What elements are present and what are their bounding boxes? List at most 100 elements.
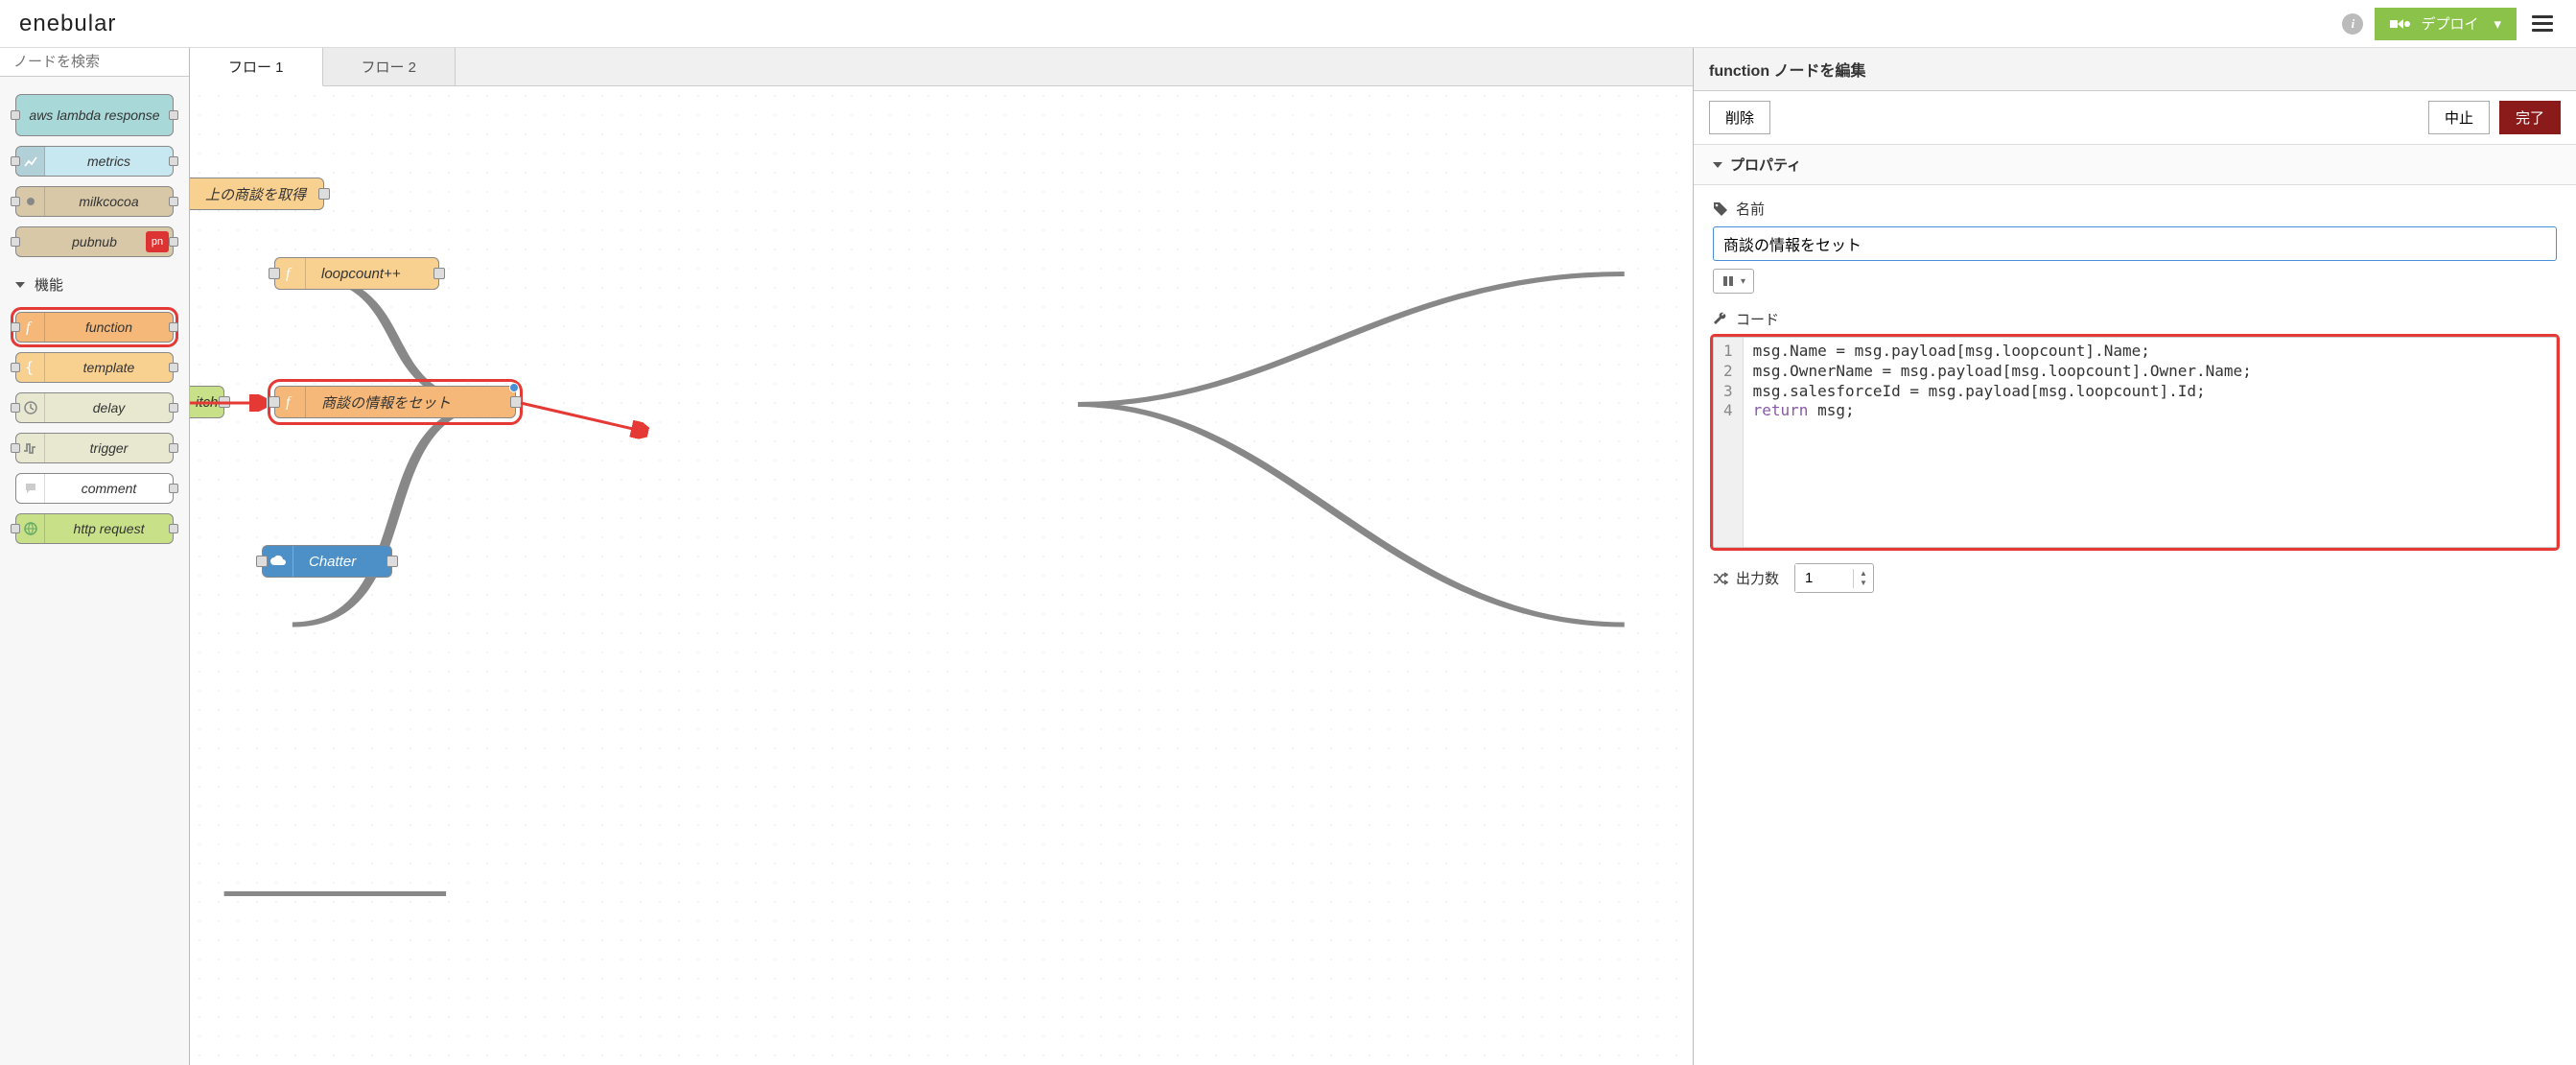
port[interactable] bbox=[11, 443, 20, 453]
chart-icon bbox=[16, 147, 45, 176]
svg-text:f: f bbox=[286, 394, 293, 410]
node-label: loopcount++ bbox=[306, 266, 416, 282]
outputs-stepper[interactable]: ▲ ▼ bbox=[1794, 563, 1874, 593]
edit-sidepanel: function ノードを編集 削除 中止 完了 プロパティ 名前 ▾ bbox=[1694, 48, 2576, 1065]
name-input[interactable] bbox=[1713, 226, 2557, 261]
library-dropdown[interactable]: ▾ bbox=[1713, 269, 1754, 294]
port[interactable] bbox=[11, 403, 20, 413]
cancel-button[interactable]: 中止 bbox=[2428, 101, 2490, 134]
palette-search[interactable] bbox=[0, 48, 189, 77]
deploy-icon bbox=[2390, 17, 2411, 31]
clock-icon bbox=[16, 393, 45, 422]
svg-text:f: f bbox=[286, 266, 293, 281]
port[interactable] bbox=[169, 197, 178, 206]
tabs-bar: フロー 1フロー 2 bbox=[190, 48, 1693, 86]
node-label: Chatter bbox=[293, 554, 371, 570]
code-field-label: コード bbox=[1713, 309, 2557, 329]
port[interactable] bbox=[169, 484, 178, 493]
deploy-button[interactable]: デプロイ ▾ bbox=[2375, 8, 2517, 40]
port[interactable] bbox=[11, 524, 20, 533]
stepper-up-icon[interactable]: ▲ bbox=[1854, 569, 1873, 579]
annotation-arrow bbox=[521, 393, 617, 451]
port[interactable] bbox=[169, 443, 178, 453]
palette-node[interactable]: http request bbox=[15, 513, 174, 544]
palette-category[interactable]: 機能 bbox=[12, 267, 177, 302]
port[interactable] bbox=[269, 268, 280, 279]
name-field-label: 名前 bbox=[1713, 199, 2557, 219]
node-label: 上の商談を取得 bbox=[190, 184, 321, 204]
node-label: metrics bbox=[45, 154, 173, 169]
node-label: comment bbox=[45, 481, 173, 496]
flow-node-selected[interactable]: f 商談の情報をセット bbox=[274, 386, 516, 418]
port[interactable] bbox=[11, 156, 20, 166]
outputs-input[interactable] bbox=[1795, 564, 1853, 592]
{-icon: { bbox=[16, 353, 45, 382]
port[interactable] bbox=[169, 322, 178, 332]
port[interactable] bbox=[11, 237, 20, 247]
port[interactable] bbox=[433, 268, 445, 279]
port[interactable] bbox=[256, 556, 268, 567]
port[interactable] bbox=[169, 156, 178, 166]
port[interactable] bbox=[318, 188, 330, 200]
sidepanel-title: function ノードを編集 bbox=[1694, 48, 2576, 91]
palette-node[interactable]: aws lambda response bbox=[15, 94, 174, 136]
palette-sidebar: aws lambda response metrics milkcocoa pubnu… bbox=[0, 48, 190, 1065]
flow-node[interactable]: f loopcount++ bbox=[274, 257, 439, 290]
palette-node[interactable]: delay bbox=[15, 392, 174, 423]
flow-node[interactable]: Chatter bbox=[262, 545, 392, 578]
palette-node[interactable]: trigger bbox=[15, 433, 174, 463]
code-body[interactable]: msg.Name = msg.payload[msg.loopcount].Na… bbox=[1744, 338, 2556, 547]
port[interactable] bbox=[169, 524, 178, 533]
wires-layer bbox=[190, 86, 1693, 1065]
port[interactable] bbox=[11, 363, 20, 372]
palette-node[interactable]: comment bbox=[15, 473, 174, 504]
bubble-icon bbox=[16, 474, 45, 503]
menu-icon[interactable] bbox=[2528, 12, 2557, 36]
svg-text:f: f bbox=[26, 320, 33, 335]
delete-button[interactable]: 削除 bbox=[1709, 101, 1770, 134]
port[interactable] bbox=[11, 110, 20, 120]
palette-node[interactable]: milkcocoa bbox=[15, 186, 174, 217]
node-label: trigger bbox=[45, 440, 173, 456]
node-label: function bbox=[45, 320, 173, 335]
changed-indicator bbox=[509, 383, 519, 392]
svg-text:{: { bbox=[25, 360, 34, 375]
port[interactable] bbox=[269, 396, 280, 408]
pubnub-badge: pn bbox=[146, 231, 169, 252]
flow-node[interactable]: 上の商談を取得 bbox=[190, 178, 324, 210]
palette-node[interactable]: f function bbox=[15, 312, 174, 343]
port[interactable] bbox=[219, 396, 230, 408]
tab[interactable]: フロー 2 bbox=[323, 48, 457, 85]
port[interactable] bbox=[169, 110, 178, 120]
info-icon[interactable]: i bbox=[2342, 13, 2363, 35]
globe-icon bbox=[16, 514, 45, 543]
stepper-down-icon[interactable]: ▼ bbox=[1854, 579, 1873, 588]
done-button[interactable]: 完了 bbox=[2499, 101, 2561, 134]
app-header: enebular i デプロイ ▾ bbox=[0, 0, 2576, 48]
tab[interactable]: フロー 1 bbox=[190, 48, 323, 86]
book-icon bbox=[1721, 274, 1735, 288]
f-icon: f bbox=[16, 313, 45, 342]
port[interactable] bbox=[386, 556, 398, 567]
port[interactable] bbox=[169, 403, 178, 413]
palette-node[interactable]: pubnubpn bbox=[15, 226, 174, 257]
shuffle-icon bbox=[1713, 571, 1728, 586]
flow-canvas[interactable]: 上の商談を取得 f loopcount++ itch f 商談の情報をセット bbox=[190, 86, 1693, 1065]
port[interactable] bbox=[11, 322, 20, 332]
node-label: template bbox=[45, 360, 173, 375]
palette-node[interactable]: metrics bbox=[15, 146, 174, 177]
search-input[interactable] bbox=[13, 54, 204, 70]
flow-node[interactable]: itch bbox=[190, 386, 224, 418]
properties-section-header[interactable]: プロパティ bbox=[1694, 145, 2576, 185]
node-label: milkcocoa bbox=[45, 194, 173, 209]
logo: enebular bbox=[19, 11, 116, 37]
port[interactable] bbox=[169, 363, 178, 372]
code-editor[interactable]: 1234 msg.Name = msg.payload[msg.loopcoun… bbox=[1713, 337, 2557, 548]
palette-node[interactable]: { template bbox=[15, 352, 174, 383]
deploy-label: デプロイ bbox=[2421, 13, 2478, 34]
port[interactable] bbox=[510, 396, 522, 408]
port[interactable] bbox=[11, 197, 20, 206]
chevron-down-icon: ▾ bbox=[2494, 15, 2501, 33]
node-label: aws lambda response bbox=[16, 107, 173, 123]
port[interactable] bbox=[169, 237, 178, 247]
